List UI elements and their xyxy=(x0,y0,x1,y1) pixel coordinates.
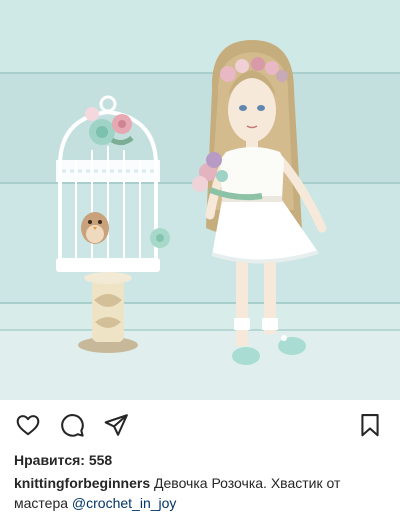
bookmark-outline-icon xyxy=(361,414,379,437)
crochet-doll-photo xyxy=(0,0,400,400)
likes-number: 558 xyxy=(88,452,113,468)
share-button[interactable] xyxy=(102,411,130,439)
likes-label: Нравится: xyxy=(14,452,85,468)
crochet-bird xyxy=(81,212,109,244)
heart-outline-icon xyxy=(16,415,40,436)
post-action-bar xyxy=(0,401,400,449)
comment-button[interactable] xyxy=(58,411,86,439)
like-button[interactable] xyxy=(14,411,42,439)
save-button[interactable] xyxy=(356,411,384,439)
caption-username[interactable]: knittingforbeginners xyxy=(14,475,150,491)
likes-count[interactable]: Нравится: 558 xyxy=(14,452,112,468)
post-caption: knittingforbeginners Девочка Розочка. Хв… xyxy=(14,473,394,513)
caption-mention[interactable]: @crochet_in_joy xyxy=(72,495,177,511)
speech-bubble-icon xyxy=(61,414,84,437)
paper-plane-icon xyxy=(104,414,128,436)
post-photo[interactable] xyxy=(0,0,400,400)
